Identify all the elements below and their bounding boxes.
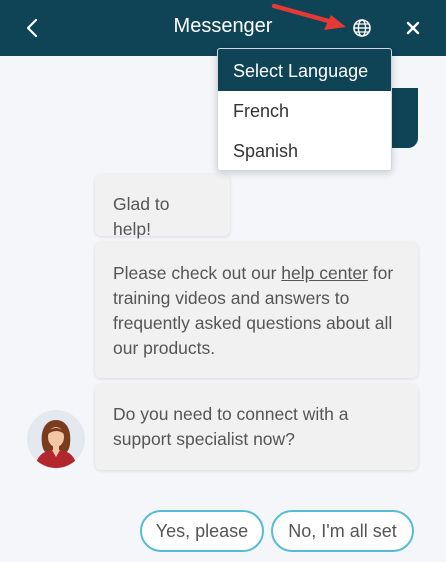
agent-avatar (27, 410, 85, 468)
language-option-spanish[interactable]: Spanish (218, 131, 391, 170)
no-all-set-button[interactable]: No, I'm all set (271, 510, 414, 552)
bot-message-text: Do you need to connect with a support sp… (113, 404, 349, 449)
bot-message-text: Please check out our (113, 263, 282, 283)
close-icon (406, 21, 420, 35)
language-dropdown-header: Select Language (218, 49, 391, 91)
language-dropdown: Select Language French Spanish (217, 48, 392, 171)
header-title: Messenger (173, 15, 273, 37)
help-center-link[interactable]: help center (281, 263, 368, 283)
bot-message: Do you need to connect with a support sp… (95, 384, 418, 470)
annotation-arrow-icon (271, 3, 346, 30)
bot-message: Please check out our help center for tra… (95, 242, 418, 378)
close-button[interactable] (399, 14, 427, 42)
agent-avatar-image (27, 410, 85, 468)
yes-please-button[interactable]: Yes, please (140, 510, 264, 552)
bot-message: Glad to help! (95, 174, 230, 239)
bot-message-text: Glad to help! (113, 194, 170, 239)
language-option-french[interactable]: French (218, 91, 391, 131)
